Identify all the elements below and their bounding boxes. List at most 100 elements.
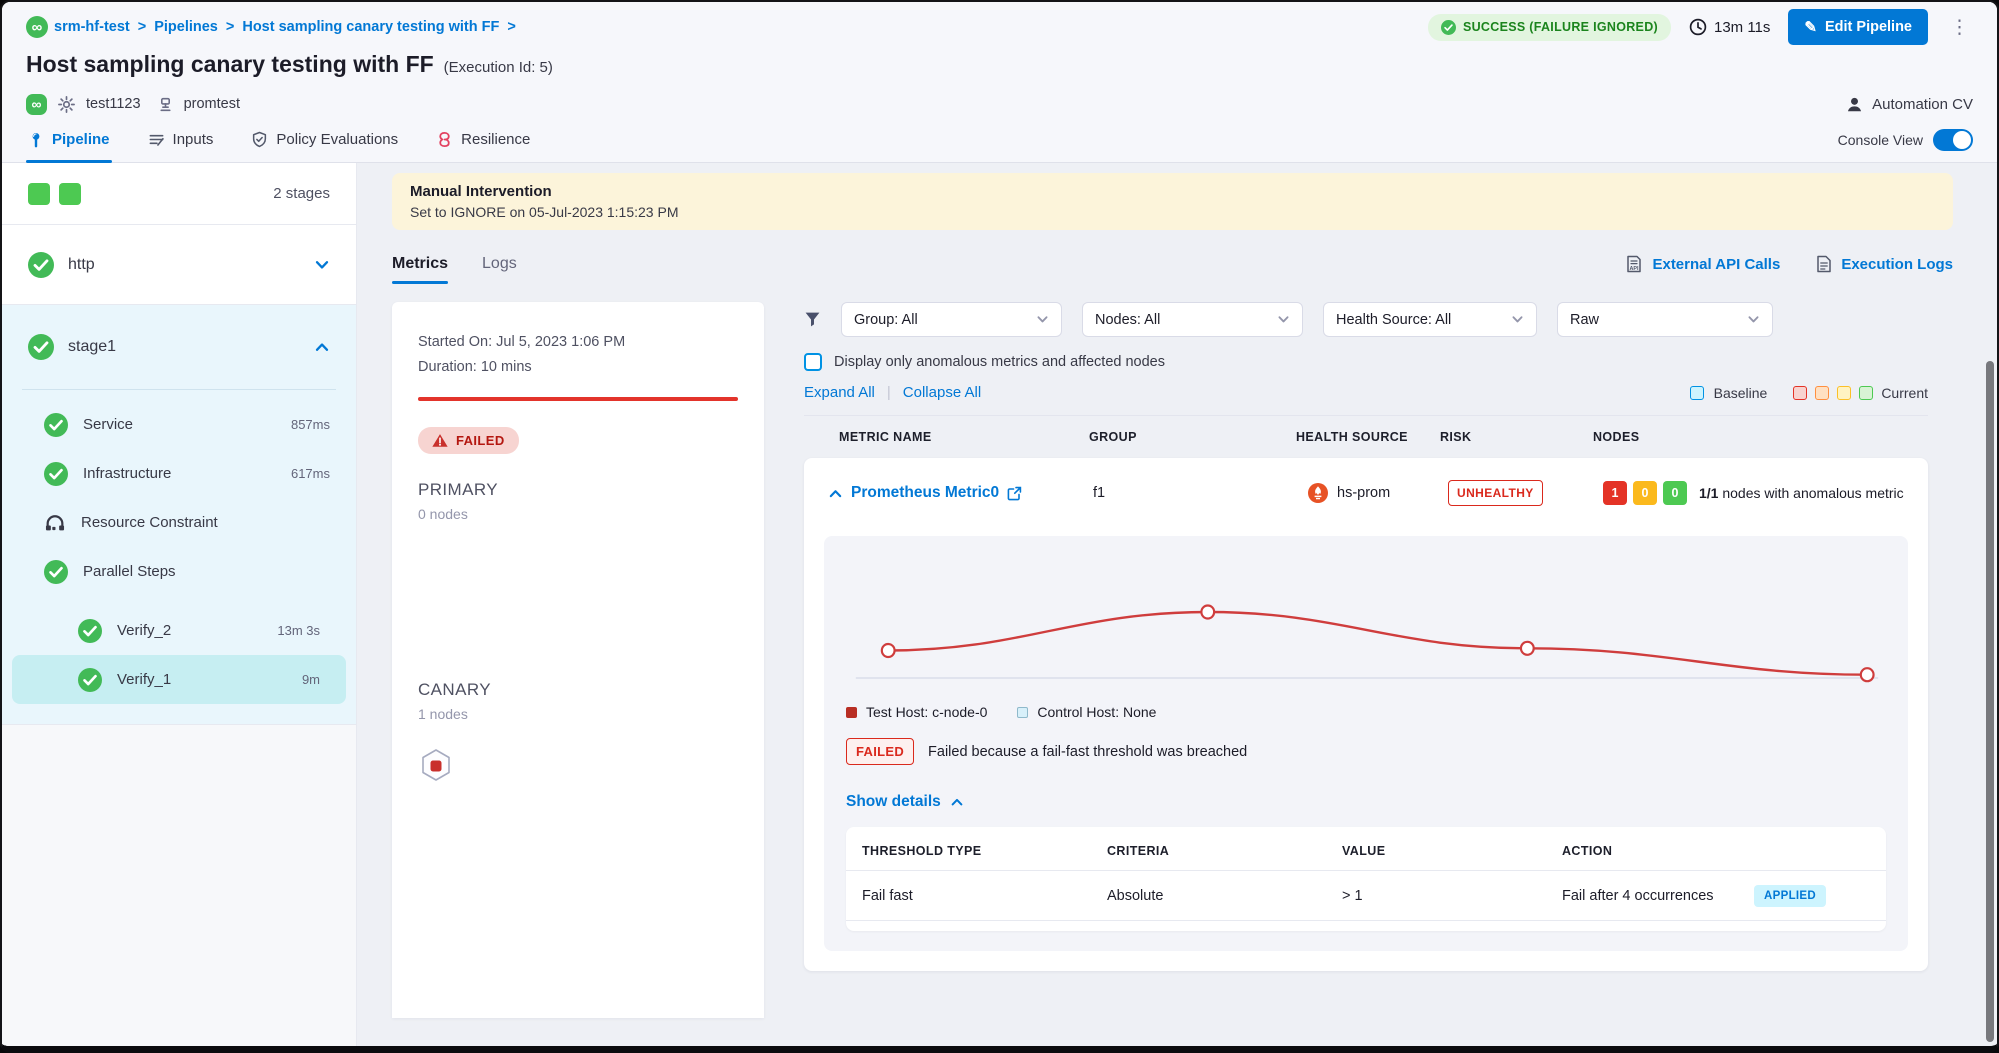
tab-metrics[interactable]: Metrics [392,244,448,284]
tab-policy-evaluations[interactable]: Policy Evaluations [249,117,400,162]
step-parallel-steps[interactable]: Parallel Steps [2,547,356,596]
threshold-criteria: Absolute [1107,888,1342,904]
console-view-toggle[interactable] [1933,129,1973,151]
applied-badge: APPLIED [1754,885,1826,907]
breadcrumb: ∞ srm-hf-test > Pipelines > Host samplin… [26,12,1973,42]
col-group: GROUP [1089,430,1296,444]
resource-constraint-icon [44,513,66,533]
execution-sidebar: 2 stages http stage1 Service 857ms [2,163,357,1046]
current-legend-label: Current [1881,385,1928,401]
threshold-value: > 1 [1342,888,1562,904]
execution-logs-link[interactable]: Execution Logs [1816,255,1953,273]
health-source-filter-select[interactable]: Health Source: All [1323,302,1537,337]
tab-inputs[interactable]: Inputs [146,117,216,162]
data-mode-select[interactable]: Raw [1557,302,1773,337]
service-name: test1123 [86,96,141,112]
app-window: ∞ srm-hf-test > Pipelines > Host samplin… [0,0,1999,1053]
stage-count-row: 2 stages [2,163,356,225]
document-icon [1816,255,1832,273]
test-host-label: Test Host: c-node-0 [866,704,987,720]
check-circle-icon [28,334,54,360]
chevron-up-icon [950,795,964,809]
check-circle-icon [44,413,68,437]
breadcrumb-project-link[interactable]: srm-hf-test [54,19,130,35]
col-health-source: HEALTH SOURCE [1296,430,1440,444]
canary-node-hexagon-icon[interactable] [418,748,454,784]
metric-expanded-panel: Test Host: c-node-0 Control Host: None F… [824,536,1908,951]
user-name: Automation CV [1872,96,1973,113]
control-host-swatch [1017,707,1028,718]
external-link-icon[interactable] [1007,486,1022,501]
chevron-down-icon[interactable] [314,257,330,273]
health-source-name: hs-prom [1337,485,1390,501]
current-red-swatch [1793,386,1807,400]
metric-card: Prometheus Metric0 f1 hs-prom UNHEALTHY … [804,458,1928,971]
tab-logs[interactable]: Logs [482,244,517,284]
progress-bar-failed [418,397,738,401]
stage-item-http[interactable]: http [2,225,356,305]
more-options-menu[interactable]: ⋮ [1946,18,1973,37]
show-details-link[interactable]: Show details [846,793,1886,811]
banner-title: Manual Intervention [410,183,1935,200]
divider [22,389,336,390]
filters-row: Group: All Nodes: All Health Source: All [804,302,1928,337]
stage-section-stage1: stage1 Service 857ms Infrastructure 617m… [2,305,356,725]
breadcrumb-pipelines-link[interactable]: Pipelines [154,19,218,35]
current-yellow-swatch [1837,386,1851,400]
check-circle-icon [28,252,54,278]
step-details-content: Manual Intervention Set to IGNORE on 05-… [357,163,1997,1046]
metrics-table-header: METRIC NAME GROUP HEALTH SOURCE RISK NOD… [804,415,1928,456]
breadcrumb-pipeline-link[interactable]: Host sampling canary testing with FF [242,19,499,35]
primary-label: PRIMARY [418,480,738,500]
current-green-swatch [1859,386,1873,400]
col-risk: RISK [1440,430,1593,444]
chevron-up-icon[interactable] [314,339,330,355]
expand-all-link[interactable]: Expand All [804,384,875,401]
step-infrastructure[interactable]: Infrastructure 617ms [2,449,356,498]
gear-icon [57,95,76,114]
chevron-down-icon [1277,313,1290,326]
col-criteria: CRITERIA [1107,844,1342,858]
external-api-calls-link[interactable]: External API Calls [1625,255,1780,273]
edit-pipeline-button[interactable]: ✎ Edit Pipeline [1788,9,1928,45]
primary-node-count: 0 nodes [418,506,738,522]
threshold-type: Fail fast [862,888,1107,904]
metric-row[interactable]: Prometheus Metric0 f1 hs-prom UNHEALTHY … [804,458,1928,528]
group-filter-select[interactable]: Group: All [841,302,1062,337]
environment-name: promtest [184,96,240,112]
execution-id: (Execution Id: 5) [444,59,553,76]
step-verify-1[interactable]: Verify_1 9m [12,655,346,704]
tab-resilience[interactable]: Resilience [434,117,532,162]
nodes-filter-select[interactable]: Nodes: All [1082,302,1303,337]
check-circle-icon [78,668,102,692]
anomalous-only-checkbox[interactable] [804,353,822,371]
tab-pipeline[interactable]: Pipeline [26,117,112,162]
step-verify-2[interactable]: Verify_2 13m 3s [12,606,346,655]
breadcrumb-separator: > [138,19,146,35]
stage-count-label: 2 stages [273,185,330,202]
sidebar-empty-area [2,725,356,1046]
step-resource-constraint[interactable]: Resource Constraint [2,498,356,547]
vertical-scrollbar[interactable] [1986,361,1994,1042]
metric-group: f1 [1093,485,1308,501]
warning-node-count: 0 [1633,481,1657,505]
test-host-swatch [846,707,857,718]
col-value: VALUE [1342,844,1562,858]
resilience-icon [436,131,453,148]
chevron-down-icon [1511,313,1524,326]
stage-status-square [28,183,50,205]
col-action: ACTION [1562,844,1866,858]
execution-duration: 13m 11s [1689,18,1770,36]
threshold-table-card: THRESHOLD TYPE CRITERIA VALUE ACTION Fai… [846,827,1886,931]
col-nodes: NODES [1593,430,1928,444]
stage-item-stage1[interactable]: stage1 [2,305,356,389]
step-service[interactable]: Service 857ms [2,400,356,449]
started-on: Started On: Jul 5, 2023 1:06 PM [418,334,738,350]
environment-icon [157,96,174,113]
collapse-all-link[interactable]: Collapse All [903,384,981,401]
metric-name-link[interactable]: Prometheus Metric0 [851,484,999,502]
chart-point-markers [882,606,1874,682]
collapse-chevron-icon[interactable] [828,486,843,501]
summary-duration: Duration: 10 mins [418,359,738,375]
page-header: ∞ srm-hf-test > Pipelines > Host samplin… [2,2,1997,117]
